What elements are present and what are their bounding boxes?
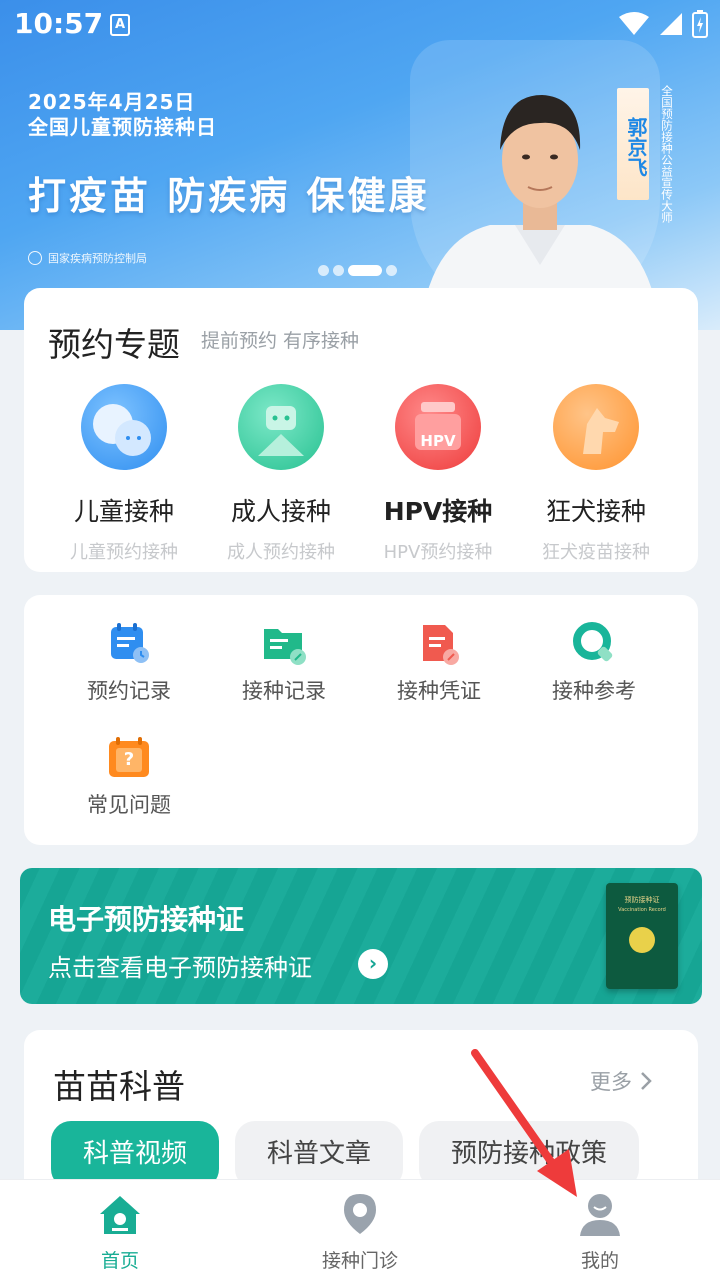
adult-vaccination-icon [238, 384, 324, 470]
banner-event: 全国儿童预防接种日 [28, 115, 217, 139]
nav-label: 接种门诊 [321, 1250, 398, 1272]
hero-banner[interactable]: 10:57 A 2025年4月25日 全国儿童预防接种日 打疫苗 防疾病 保健康… [0, 0, 720, 330]
system-icons [618, 10, 708, 38]
tool-faq[interactable]: ? 常见问题 [59, 735, 199, 819]
topic-label: HPV接种 [383, 497, 493, 526]
book-title: 预防接种证 [624, 896, 660, 904]
nav-clinic[interactable]: 接种门诊 [300, 1192, 420, 1273]
book-subtitle: Vaccination Record [618, 907, 666, 913]
ambassador-title: 全国预防接种公益宣传大师 [660, 85, 674, 223]
appointment-record-icon [107, 621, 151, 665]
certificate-book-image: 预防接种证 Vaccination Record [606, 883, 678, 989]
vaccination-reference-icon [572, 621, 616, 665]
bottom-navigation: 首页 接种门诊 我的 [0, 1180, 720, 1280]
notification-app-icon: A [110, 14, 130, 36]
e-vaccination-certificate-banner[interactable]: 电子预防接种证 点击查看电子预防接种证 › 预防接种证 Vaccination … [20, 868, 702, 1004]
battery-icon [692, 10, 708, 38]
nav-home[interactable]: 首页 [60, 1192, 180, 1273]
banner-date: 2025年4月25日 [28, 90, 196, 114]
banner-date-block: 2025年4月25日 全国儿童预防接种日 [28, 90, 217, 140]
banner-agency: 国家疾病预防控制局 [28, 250, 147, 266]
certificate-title: 电子预防接种证 [48, 903, 245, 936]
nav-label: 首页 [100, 1250, 139, 1272]
more-link[interactable]: 更多 [590, 1066, 652, 1096]
topic-hpv-vaccination[interactable]: HPV HPV接种 HPV预约接种 [360, 384, 516, 564]
banner-pagination [318, 265, 397, 276]
vaccination-record-icon [262, 621, 306, 665]
vaccination-certificate-icon [417, 621, 461, 665]
annotation-arrow-icon [471, 1049, 577, 1197]
hpv-vaccination-icon: HPV [395, 384, 481, 470]
clinic-location-icon [338, 1192, 382, 1238]
topic-label: 成人接种 [230, 497, 331, 526]
topic-sub: HPV预约接种 [383, 542, 493, 563]
chevron-right-icon[interactable]: › [358, 949, 388, 979]
tool-label: 常见问题 [87, 793, 171, 817]
topics-title: 预约专题 [48, 325, 180, 364]
hpv-icon-text: HPV [420, 432, 456, 450]
topic-label: 狂犬接种 [545, 497, 646, 526]
chevron-right-icon [641, 1072, 652, 1090]
child-vaccination-icon [81, 384, 167, 470]
topic-sub: 狂犬疫苗接种 [542, 542, 650, 563]
tool-vaccination-reference[interactable]: 接种参考 [524, 621, 664, 705]
tool-label: 预约记录 [87, 679, 171, 703]
signal-icon [660, 13, 682, 35]
banner-dot-active [348, 265, 382, 276]
topic-sub: 儿童预约接种 [70, 542, 178, 563]
certificate-subtitle: 点击查看电子预防接种证 [48, 954, 312, 982]
banner-dot [318, 265, 329, 276]
tool-appointment-record[interactable]: 预约记录 [59, 621, 199, 705]
banner-dot [386, 265, 397, 276]
tool-label: 接种参考 [552, 679, 636, 703]
topic-sub: 成人预约接种 [227, 542, 335, 563]
topic-label: 儿童接种 [73, 497, 174, 526]
book-emblem-icon [629, 927, 655, 953]
status-bar: 10:57 A [0, 0, 720, 50]
tool-label: 接种凭证 [397, 679, 481, 703]
topic-adult-vaccination[interactable]: 成人接种 成人预约接种 [203, 384, 359, 564]
tools-card: 预约记录 接种记录 接种凭证 接种参考 ? 常见问题 [24, 595, 698, 845]
tool-vaccination-certificate[interactable]: 接种凭证 [369, 621, 509, 705]
status-time: 10:57 [14, 7, 104, 40]
rabies-vaccination-icon [553, 384, 639, 470]
wifi-icon [619, 12, 649, 35]
agency-emblem-icon [28, 251, 42, 265]
faq-icon-text: ? [123, 749, 135, 770]
science-title: 苗苗科普 [53, 1067, 185, 1106]
tab-science-video[interactable]: 科普视频 [51, 1121, 220, 1189]
tab-science-article[interactable]: 科普文章 [235, 1121, 404, 1189]
more-label: 更多 [590, 1070, 632, 1094]
topic-child-vaccination[interactable]: 儿童接种 儿童预约接种 [46, 384, 202, 564]
banner-agency-name: 国家疾病预防控制局 [48, 252, 147, 265]
tool-vaccination-record[interactable]: 接种记录 [214, 621, 354, 705]
nav-label: 我的 [580, 1250, 619, 1272]
home-icon [98, 1192, 142, 1238]
faq-icon: ? [107, 735, 151, 779]
topic-rabies-vaccination[interactable]: 狂犬接种 狂犬疫苗接种 [518, 384, 674, 564]
appointment-topics-card: 预约专题 提前预约 有序接种 儿童接种 儿童预约接种 成人接种 成人预约接种 H… [24, 288, 698, 572]
ambassador-name: 郭京飞 [617, 88, 649, 200]
banner-dot [333, 265, 344, 276]
topics-subtitle: 提前预约 有序接种 [201, 330, 360, 352]
tool-label: 接种记录 [242, 679, 326, 703]
banner-slogan: 打疫苗 防疾病 保健康 [28, 174, 430, 218]
